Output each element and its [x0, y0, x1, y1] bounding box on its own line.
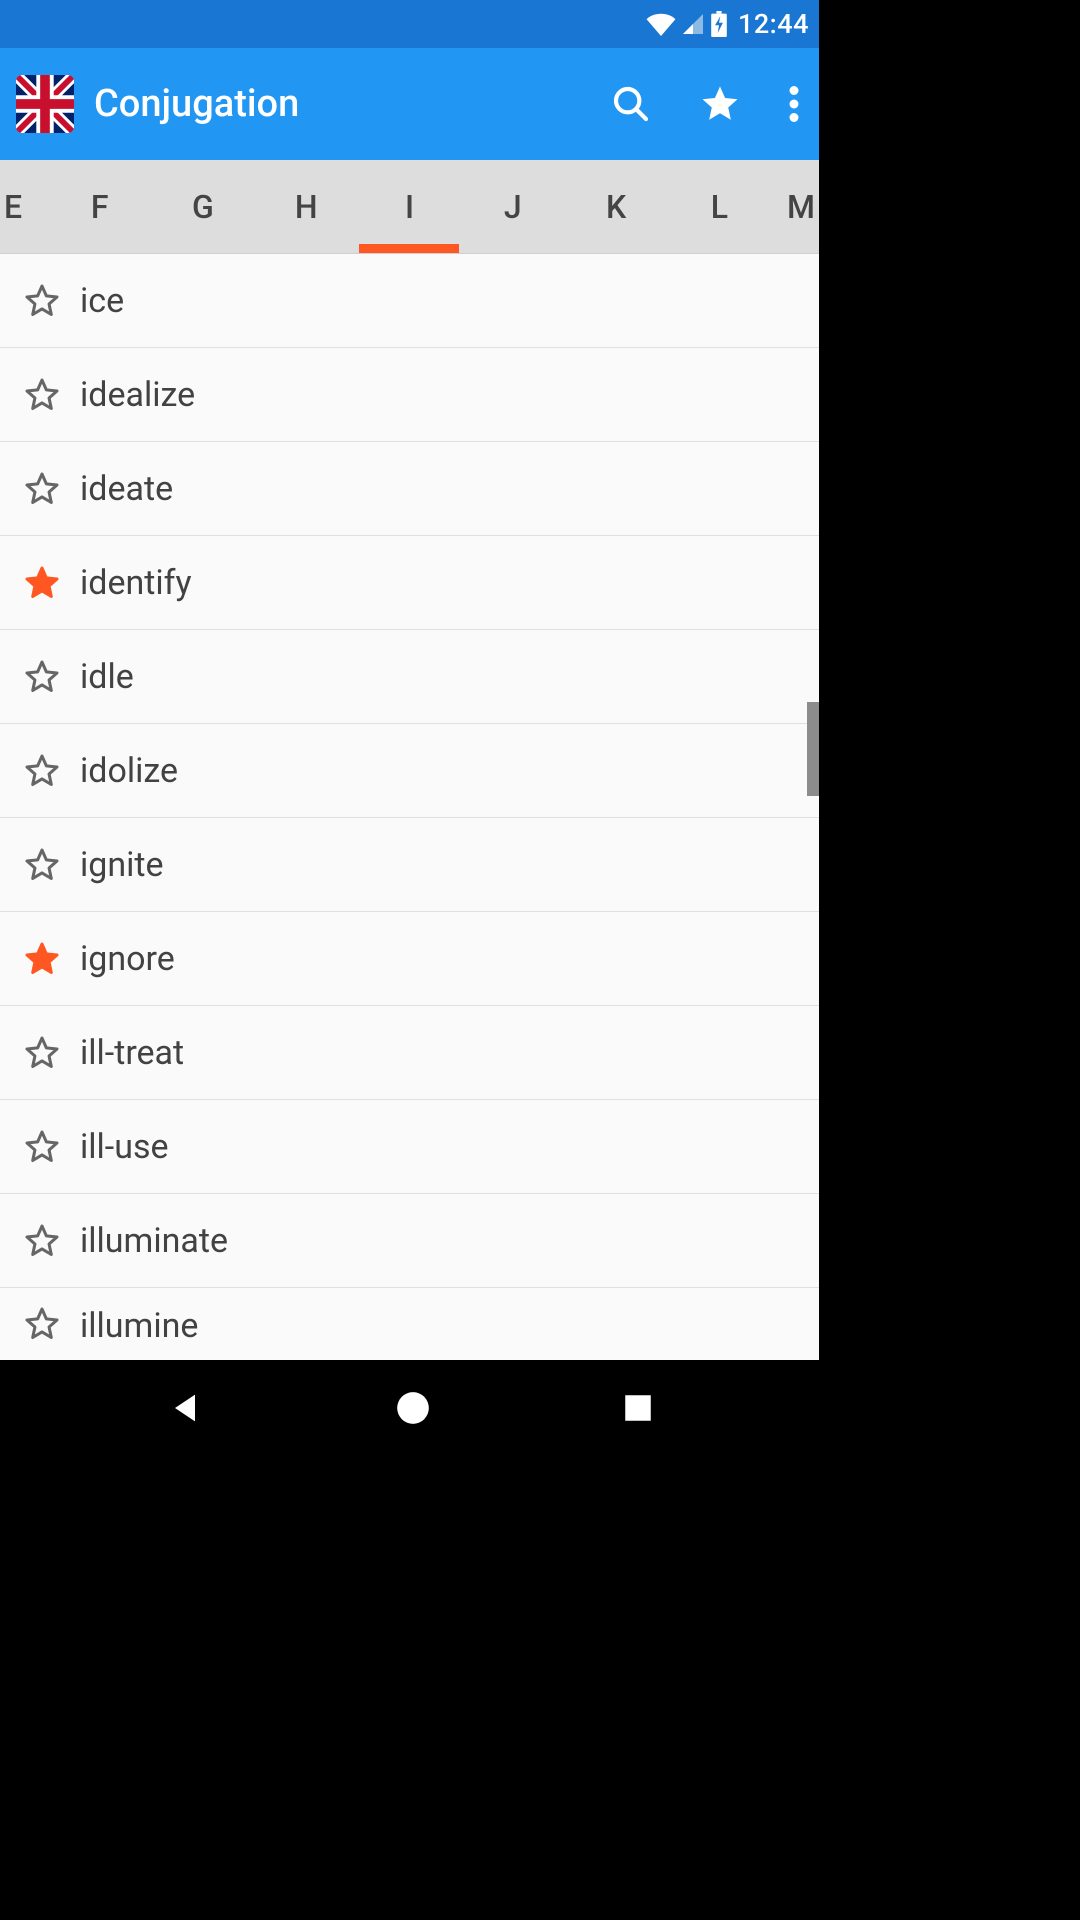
- star-outline-icon[interactable]: [24, 659, 60, 695]
- list-item[interactable]: idle: [0, 630, 819, 724]
- uk-flag-icon: [16, 75, 74, 133]
- scrollbar-track: [804, 254, 819, 1360]
- tab-k[interactable]: K: [564, 160, 667, 253]
- star-outline-icon[interactable]: [24, 1035, 60, 1071]
- list-item[interactable]: ice: [0, 254, 819, 348]
- list-item[interactable]: ill-use: [0, 1100, 819, 1194]
- search-icon[interactable]: [611, 84, 651, 124]
- tab-h[interactable]: H: [255, 160, 358, 253]
- star-outline-icon[interactable]: [24, 753, 60, 789]
- list-item[interactable]: illumine: [0, 1288, 819, 1360]
- app-bar: Conjugation: [0, 48, 819, 160]
- verb-label: idle: [80, 657, 134, 697]
- tab-e[interactable]: E: [0, 160, 48, 253]
- star-outline-icon[interactable]: [24, 1223, 60, 1259]
- verb-label: idolize: [80, 751, 178, 791]
- tab-l[interactable]: L: [668, 160, 771, 253]
- back-button[interactable]: [165, 1388, 205, 1428]
- overflow-menu-icon[interactable]: [789, 86, 799, 122]
- star-outline-icon[interactable]: [24, 377, 60, 413]
- tab-underline: [359, 244, 459, 253]
- tab-m[interactable]: M: [771, 160, 819, 253]
- list-item[interactable]: ideate: [0, 442, 819, 536]
- alphabet-tabs: E F G H I J K L M: [0, 160, 819, 254]
- cellular-icon: [680, 12, 706, 36]
- list-item[interactable]: ignore: [0, 912, 819, 1006]
- star-outline-icon[interactable]: [24, 847, 60, 883]
- list-item[interactable]: ill-treat: [0, 1006, 819, 1100]
- favorites-star-icon[interactable]: [699, 83, 741, 125]
- verb-label: idealize: [80, 375, 195, 415]
- verb-label: ignite: [80, 845, 164, 885]
- star-outline-icon[interactable]: [24, 471, 60, 507]
- tab-g[interactable]: G: [151, 160, 254, 253]
- star-outline-icon[interactable]: [24, 1306, 60, 1342]
- wifi-icon: [646, 12, 676, 36]
- verb-list-wrapper: ice idealize ideate identify idle idolize igni…: [0, 254, 819, 1360]
- verb-label: ice: [80, 281, 124, 321]
- list-item[interactable]: illuminate: [0, 1194, 819, 1288]
- list-item[interactable]: ignite: [0, 818, 819, 912]
- tab-i[interactable]: I: [358, 160, 461, 253]
- app-title: Conjugation: [94, 82, 591, 126]
- status-time: 12:44: [738, 8, 809, 40]
- star-filled-icon[interactable]: [24, 941, 60, 977]
- verb-label: identify: [80, 563, 192, 603]
- verb-label: ill-use: [80, 1127, 169, 1167]
- verb-label: illumine: [80, 1306, 198, 1346]
- home-button[interactable]: [394, 1389, 432, 1427]
- scrollbar-thumb[interactable]: [807, 702, 819, 796]
- list-item[interactable]: idolize: [0, 724, 819, 818]
- star-outline-icon[interactable]: [24, 283, 60, 319]
- tab-f[interactable]: F: [48, 160, 151, 253]
- verb-label: ignore: [80, 939, 175, 979]
- verb-list[interactable]: ice idealize ideate identify idle idolize igni…: [0, 254, 819, 1360]
- recent-apps-button[interactable]: [621, 1391, 655, 1425]
- status-icons: [646, 11, 728, 37]
- battery-charging-icon: [710, 11, 728, 37]
- star-filled-icon[interactable]: [24, 565, 60, 601]
- list-item[interactable]: idealize: [0, 348, 819, 442]
- star-outline-icon[interactable]: [24, 1129, 60, 1165]
- verb-label: illuminate: [80, 1221, 228, 1261]
- app-bar-actions: [611, 83, 803, 125]
- tab-j[interactable]: J: [461, 160, 564, 253]
- verb-label: ideate: [80, 469, 173, 509]
- status-bar: 12:44: [0, 0, 819, 48]
- system-nav-bar: [0, 1360, 819, 1456]
- list-item[interactable]: identify: [0, 536, 819, 630]
- verb-label: ill-treat: [80, 1033, 184, 1073]
